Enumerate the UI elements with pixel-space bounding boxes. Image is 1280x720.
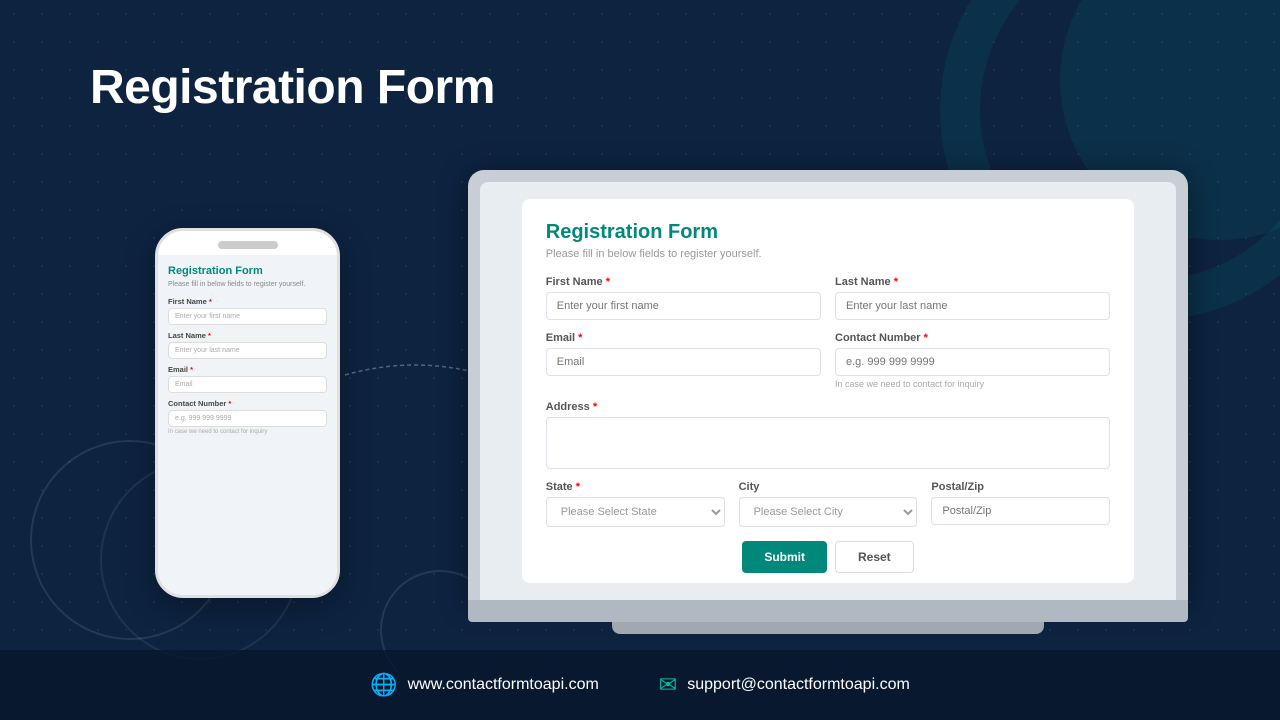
form-row-address: Address *	[546, 401, 1110, 469]
contact-label: Contact Number *	[835, 332, 1110, 344]
form-actions: Submit Reset	[546, 541, 1110, 573]
phone-contact-label: Contact Number *	[168, 399, 327, 408]
first-name-input[interactable]	[546, 292, 821, 320]
postal-label: Postal/Zip	[931, 481, 1110, 493]
form-group-last-name: Last Name *	[835, 276, 1110, 320]
laptop-foot	[612, 622, 1044, 634]
laptop-mockup: Registration Form Please fill in below f…	[468, 170, 1188, 650]
form-group-postal: Postal/Zip	[931, 481, 1110, 527]
phone-last-name-label: Last Name *	[168, 331, 327, 340]
phone-email-label: Email *	[168, 365, 327, 374]
state-select[interactable]: Please Select State	[546, 497, 725, 527]
submit-button[interactable]: Submit	[742, 541, 827, 573]
city-select[interactable]: Please Select City	[739, 497, 918, 527]
form-group-first-name: First Name *	[546, 276, 821, 320]
phone-form-subtitle: Please fill in below fields to register …	[168, 280, 327, 289]
address-input[interactable]	[546, 417, 1110, 469]
footer-email-item: ✉ support@contactformtoapi.com	[659, 672, 910, 698]
phone-form-title: Registration Form	[168, 265, 327, 277]
phone-notch	[218, 241, 278, 249]
footer-website: www.contactformtoapi.com	[408, 676, 599, 694]
phone-last-name-input[interactable]: Enter your last name	[168, 342, 327, 359]
contact-input[interactable]	[835, 348, 1110, 376]
form-card: Registration Form Please fill in below f…	[522, 199, 1134, 584]
footer: 🌐 www.contactformtoapi.com ✉ support@con…	[0, 650, 1280, 720]
form-group-state: State * Please Select State	[546, 481, 725, 527]
postal-input[interactable]	[931, 497, 1110, 525]
phone-contact-hint: In case we need to contact for inquiry	[168, 429, 327, 435]
footer-email: support@contactformtoapi.com	[687, 676, 910, 694]
state-label: State *	[546, 481, 725, 493]
form-group-city: City Please Select City	[739, 481, 918, 527]
phone-screen: Registration Form Please fill in below f…	[158, 255, 337, 595]
globe-icon: 🌐	[370, 672, 397, 698]
address-label: Address *	[546, 401, 1110, 413]
email-input[interactable]	[546, 348, 821, 376]
last-name-input[interactable]	[835, 292, 1110, 320]
reset-button[interactable]: Reset	[835, 541, 914, 573]
phone-first-name-input[interactable]: Enter your first name	[168, 308, 327, 325]
phone-contact-input[interactable]: e.g. 999 999 9999	[168, 410, 327, 427]
email-label: Email *	[546, 332, 821, 344]
form-row-contact: Email * Contact Number * In case we need…	[546, 332, 1110, 389]
phone-first-name-label: First Name *	[168, 297, 327, 306]
form-card-title: Registration Form	[546, 221, 1110, 244]
form-row-location: State * Please Select State City Please …	[546, 481, 1110, 527]
laptop-screen-outer: Registration Form Please fill in below f…	[468, 170, 1188, 600]
first-name-label: First Name *	[546, 276, 821, 288]
city-label: City	[739, 481, 918, 493]
form-group-contact: Contact Number * In case we need to cont…	[835, 332, 1110, 389]
form-row-name: First Name * Last Name *	[546, 276, 1110, 320]
laptop-base	[468, 600, 1188, 622]
form-group-address: Address *	[546, 401, 1110, 469]
last-name-label: Last Name *	[835, 276, 1110, 288]
phone-email-input[interactable]: Email	[168, 376, 327, 393]
form-group-email: Email *	[546, 332, 821, 389]
email-icon: ✉	[659, 672, 677, 698]
form-card-subtitle: Please fill in below fields to register …	[546, 248, 1110, 260]
main-title: Registration Form	[90, 60, 495, 115]
footer-website-item: 🌐 www.contactformtoapi.com	[370, 672, 599, 698]
phone-mockup: Registration Form Please fill in below f…	[155, 228, 340, 598]
contact-hint: In case we need to contact for inquiry	[835, 379, 1110, 389]
laptop-screen-inner: Registration Form Please fill in below f…	[480, 182, 1176, 600]
